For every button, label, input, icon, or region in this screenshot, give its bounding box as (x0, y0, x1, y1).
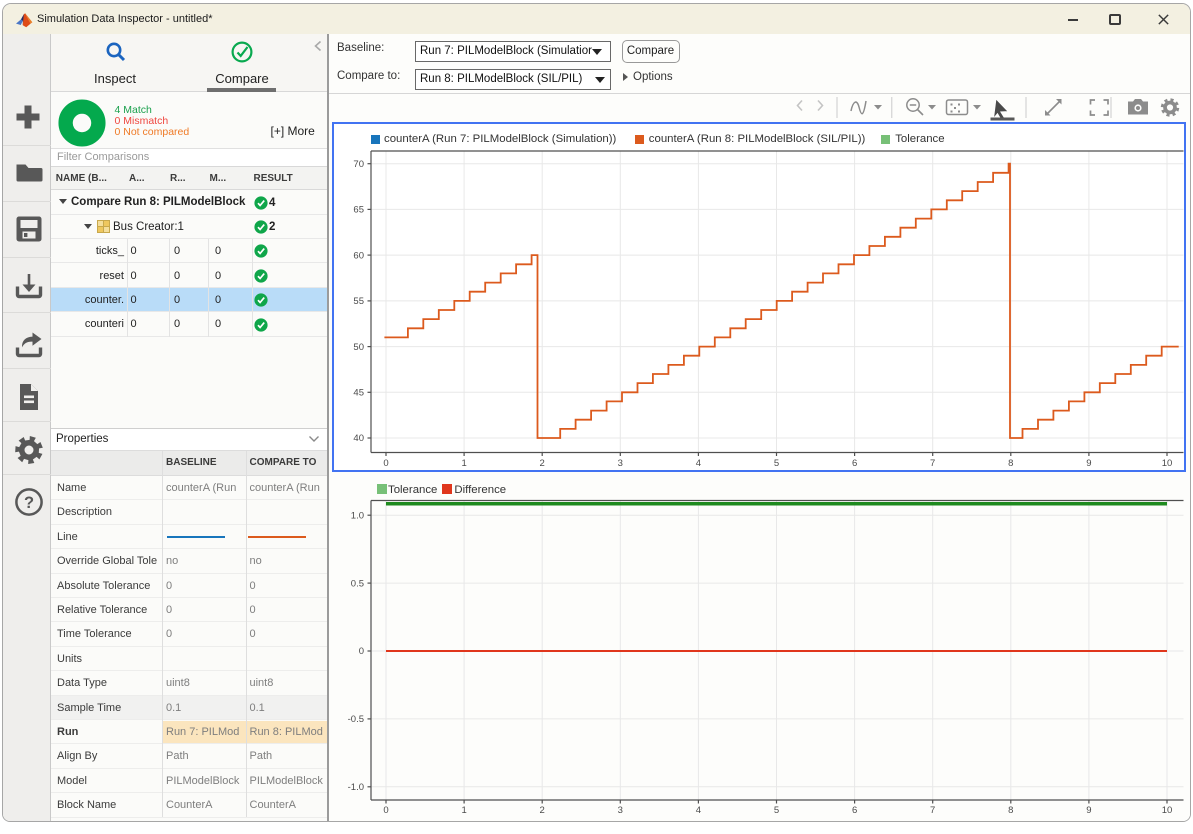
svg-text:5: 5 (774, 805, 779, 816)
svg-text:6: 6 (852, 458, 857, 469)
svg-text:60: 60 (353, 250, 364, 261)
svg-text:8: 8 (1008, 805, 1013, 816)
svg-text:7: 7 (930, 458, 935, 469)
svg-text:10: 10 (1162, 805, 1173, 816)
svg-text:65: 65 (353, 205, 364, 216)
svg-text:3: 3 (618, 458, 623, 469)
svg-text:-0.5: -0.5 (348, 714, 364, 725)
svg-text:1.0: 1.0 (351, 511, 364, 522)
svg-text:2: 2 (540, 458, 545, 469)
svg-text:40: 40 (353, 433, 364, 444)
svg-text:-1.0: -1.0 (348, 782, 364, 793)
svg-text:45: 45 (353, 388, 364, 399)
svg-text:0: 0 (383, 458, 388, 469)
svg-text:0: 0 (383, 805, 388, 816)
svg-text:2: 2 (540, 805, 545, 816)
svg-text:7: 7 (930, 805, 935, 816)
svg-text:70: 70 (353, 159, 364, 170)
svg-text:10: 10 (1162, 458, 1173, 469)
svg-text:0.5: 0.5 (351, 578, 364, 589)
svg-text:50: 50 (353, 342, 364, 353)
svg-text:6: 6 (852, 805, 857, 816)
svg-text:9: 9 (1086, 805, 1091, 816)
svg-text:4: 4 (696, 458, 701, 469)
svg-text:9: 9 (1086, 458, 1091, 469)
svg-text:5: 5 (774, 458, 779, 469)
svg-text:1: 1 (461, 805, 466, 816)
svg-text:55: 55 (353, 296, 364, 307)
svg-text:4: 4 (696, 805, 701, 816)
svg-text:3: 3 (618, 805, 623, 816)
svg-text:8: 8 (1008, 458, 1013, 469)
svg-text:0: 0 (359, 646, 364, 657)
svg-text:1: 1 (461, 458, 466, 469)
